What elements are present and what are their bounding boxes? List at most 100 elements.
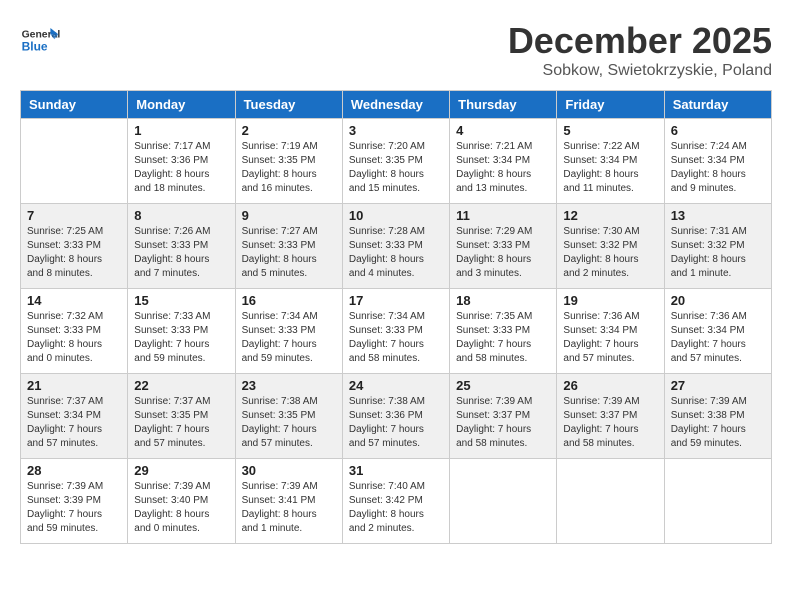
calendar-day-cell [21,119,128,204]
calendar-day-cell: 20Sunrise: 7:36 AM Sunset: 3:34 PM Dayli… [664,289,771,374]
calendar-day-cell: 1 Sunrise: 7:17 AM Sunset: 3:36 PM Daylig… [128,119,235,204]
day-number: 14 [27,293,121,308]
day-of-week-header: Monday [128,91,235,119]
day-number: 22 [134,378,228,393]
day-info: Sunrise: 7:21 AM Sunset: 3:34 PM Dayligh… [456,140,550,196]
calendar-day-cell: 17 Sunrise: 7:34 AM Sunset: 3:33 PM Dayli… [342,289,449,374]
calendar-day-cell: 3 Sunrise: 7:20 AM Sunset: 3:35 PM Daylig… [342,119,449,204]
calendar-day-cell: 9Sunrise: 7:27 AM Sunset: 3:33 PM Daylig… [235,204,342,289]
day-info: Sunrise: 7:38 AM Sunset: 3:35 PM Dayligh… [242,395,336,451]
calendar-day-cell: 5Sunrise: 7:22 AM Sunset: 3:34 PM Daylig… [557,119,664,204]
day-number: 8 [134,208,228,223]
day-of-week-header: Sunday [21,91,128,119]
day-info: Sunrise: 7:37 AM Sunset: 3:35 PM Dayligh… [134,395,228,451]
calendar-table: SundayMondayTuesdayWednesdayThursdayFrid… [20,90,772,544]
calendar-day-cell: 24 Sunrise: 7:38 AM Sunset: 3:36 PM Dayli… [342,374,449,459]
day-number: 7 [27,208,121,223]
day-number: 26 [563,378,657,393]
calendar-header-row: SundayMondayTuesdayWednesdayThursdayFrid… [21,91,772,119]
location-subtitle: Sobkow, Swietokrzyskie, Poland [508,62,772,80]
calendar-day-cell: 19 Sunrise: 7:36 AM Sunset: 3:34 PM Dayli… [557,289,664,374]
day-number: 24 [349,378,443,393]
calendar-day-cell: 22 Sunrise: 7:37 AM Sunset: 3:35 PM Dayli… [128,374,235,459]
day-number: 23 [242,378,336,393]
calendar-day-cell: 7 Sunrise: 7:25 AM Sunset: 3:33 PM Daylig… [21,204,128,289]
day-number: 31 [349,463,443,478]
calendar-day-cell: 28 Sunrise: 7:39 AM Sunset: 3:39 PM Dayli… [21,459,128,544]
calendar-day-cell: 23 Sunrise: 7:38 AM Sunset: 3:35 PM Dayli… [235,374,342,459]
page-header: General Blue December 2025 Sobkow, Swiet… [20,20,772,80]
day-info: Sunrise: 7:39 AM Sunset: 3:40 PM Dayligh… [134,480,228,536]
calendar-day-cell: 18 Sunrise: 7:35 AM Sunset: 3:33 PM Dayli… [450,289,557,374]
calendar-day-cell: 4 Sunrise: 7:21 AM Sunset: 3:34 PM Daylig… [450,119,557,204]
calendar-day-cell: 8 Sunrise: 7:26 AM Sunset: 3:33 PM Daylig… [128,204,235,289]
day-info: Sunrise: 7:28 AM Sunset: 3:33 PM Dayligh… [349,225,443,281]
day-info: Sunrise: 7:27 AM Sunset: 3:33 PM Dayligh… [242,225,336,281]
day-info: Sunrise: 7:17 AM Sunset: 3:36 PM Dayligh… [134,140,228,196]
day-info: Sunrise: 7:32 AM Sunset: 3:33 PM Dayligh… [27,310,121,366]
day-of-week-header: Saturday [664,91,771,119]
calendar-day-cell: 25Sunrise: 7:39 AM Sunset: 3:37 PM Dayli… [450,374,557,459]
calendar-day-cell: 13Sunrise: 7:31 AM Sunset: 3:32 PM Dayli… [664,204,771,289]
calendar-day-cell: 29 Sunrise: 7:39 AM Sunset: 3:40 PM Dayli… [128,459,235,544]
calendar-day-cell: 30Sunrise: 7:39 AM Sunset: 3:41 PM Dayli… [235,459,342,544]
day-info: Sunrise: 7:24 AM Sunset: 3:34 PM Dayligh… [671,140,765,196]
calendar-day-cell: 12 Sunrise: 7:30 AM Sunset: 3:32 PM Dayli… [557,204,664,289]
day-info: Sunrise: 7:19 AM Sunset: 3:35 PM Dayligh… [242,140,336,196]
day-number: 3 [349,123,443,138]
day-number: 16 [242,293,336,308]
calendar-week-row: 14 Sunrise: 7:32 AM Sunset: 3:33 PM Dayli… [21,289,772,374]
day-number: 28 [27,463,121,478]
calendar-day-cell: 6 Sunrise: 7:24 AM Sunset: 3:34 PM Daylig… [664,119,771,204]
day-info: Sunrise: 7:39 AM Sunset: 3:37 PM Dayligh… [563,395,657,451]
calendar-day-cell: 11 Sunrise: 7:29 AM Sunset: 3:33 PM Dayli… [450,204,557,289]
day-info: Sunrise: 7:35 AM Sunset: 3:33 PM Dayligh… [456,310,550,366]
day-number: 4 [456,123,550,138]
logo: General Blue [20,20,64,60]
day-of-week-header: Thursday [450,91,557,119]
day-info: Sunrise: 7:39 AM Sunset: 3:41 PM Dayligh… [242,480,336,536]
day-info: Sunrise: 7:40 AM Sunset: 3:42 PM Dayligh… [349,480,443,536]
day-info: Sunrise: 7:20 AM Sunset: 3:35 PM Dayligh… [349,140,443,196]
day-number: 10 [349,208,443,223]
day-info: Sunrise: 7:26 AM Sunset: 3:33 PM Dayligh… [134,225,228,281]
day-info: Sunrise: 7:29 AM Sunset: 3:33 PM Dayligh… [456,225,550,281]
calendar-week-row: 28 Sunrise: 7:39 AM Sunset: 3:39 PM Dayli… [21,459,772,544]
day-info: Sunrise: 7:38 AM Sunset: 3:36 PM Dayligh… [349,395,443,451]
day-number: 17 [349,293,443,308]
day-number: 11 [456,208,550,223]
day-info: Sunrise: 7:34 AM Sunset: 3:33 PM Dayligh… [349,310,443,366]
day-of-week-header: Wednesday [342,91,449,119]
day-info: Sunrise: 7:37 AM Sunset: 3:34 PM Dayligh… [27,395,121,451]
calendar-day-cell: 16 Sunrise: 7:34 AM Sunset: 3:33 PM Dayli… [235,289,342,374]
day-number: 2 [242,123,336,138]
day-number: 29 [134,463,228,478]
calendar-day-cell: 15 Sunrise: 7:33 AM Sunset: 3:33 PM Dayli… [128,289,235,374]
day-number: 19 [563,293,657,308]
day-info: Sunrise: 7:25 AM Sunset: 3:33 PM Dayligh… [27,225,121,281]
calendar-day-cell: 10 Sunrise: 7:28 AM Sunset: 3:33 PM Dayli… [342,204,449,289]
day-number: 12 [563,208,657,223]
calendar-day-cell: 31 Sunrise: 7:40 AM Sunset: 3:42 PM Dayli… [342,459,449,544]
day-number: 20 [671,293,765,308]
day-info: Sunrise: 7:33 AM Sunset: 3:33 PM Dayligh… [134,310,228,366]
day-number: 1 [134,123,228,138]
day-info: Sunrise: 7:22 AM Sunset: 3:34 PM Dayligh… [563,140,657,196]
title-block: December 2025 Sobkow, Swietokrzyskie, Po… [508,20,772,80]
calendar-day-cell: 26 Sunrise: 7:39 AM Sunset: 3:37 PM Dayli… [557,374,664,459]
day-info: Sunrise: 7:30 AM Sunset: 3:32 PM Dayligh… [563,225,657,281]
day-number: 25 [456,378,550,393]
month-title: December 2025 [508,20,772,62]
day-info: Sunrise: 7:31 AM Sunset: 3:32 PM Dayligh… [671,225,765,281]
day-info: Sunrise: 7:36 AM Sunset: 3:34 PM Dayligh… [563,310,657,366]
day-info: Sunrise: 7:34 AM Sunset: 3:33 PM Dayligh… [242,310,336,366]
calendar-day-cell [450,459,557,544]
day-number: 21 [27,378,121,393]
day-number: 15 [134,293,228,308]
calendar-day-cell: 14 Sunrise: 7:32 AM Sunset: 3:33 PM Dayli… [21,289,128,374]
day-number: 6 [671,123,765,138]
calendar-day-cell [664,459,771,544]
day-number: 18 [456,293,550,308]
day-info: Sunrise: 7:39 AM Sunset: 3:38 PM Dayligh… [671,395,765,451]
day-info: Sunrise: 7:39 AM Sunset: 3:39 PM Dayligh… [27,480,121,536]
